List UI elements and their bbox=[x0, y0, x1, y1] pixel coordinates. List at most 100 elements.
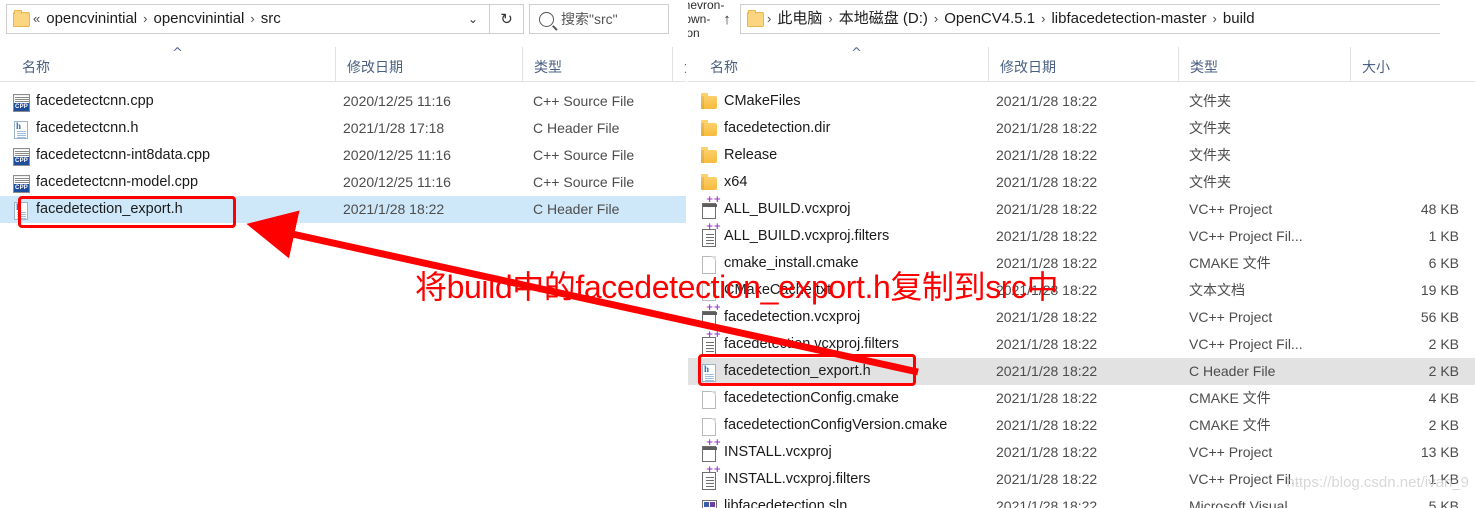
file-size: 2 KB bbox=[1428, 336, 1459, 352]
file-name: cmake_install.cmake bbox=[724, 255, 859, 271]
file-name: INSTALL.vcxproj.filters bbox=[724, 471, 871, 487]
file-row[interactable]: CPP facedetectcnn-int8data.cpp 2020/12/25 … bbox=[0, 142, 686, 169]
file-row[interactable]: h facedetection_export.h 2021/1/28 18:22 C … bbox=[688, 358, 1475, 385]
file-type: VC++ Project Fil... bbox=[1189, 336, 1303, 352]
file-row[interactable]: ++ facedetection.vcxproj 2021/1/28 18:22 VC… bbox=[688, 304, 1475, 331]
breadcrumb-item-1[interactable]: opencvinintial bbox=[148, 5, 249, 33]
file-row[interactable]: CMakeFiles 2021/1/28 18:22 文件夹 bbox=[688, 88, 1475, 115]
file-name: facedetection.dir bbox=[724, 120, 831, 136]
file-name: ALL_BUILD.vcxproj bbox=[724, 201, 851, 217]
breadcrumb-item-2[interactable]: src bbox=[256, 5, 286, 33]
breadcrumb-item-2[interactable]: OpenCV4.5.1 bbox=[939, 5, 1040, 33]
column-header-name[interactable]: 名称 bbox=[0, 47, 335, 81]
breadcrumb-item-0[interactable]: 此电脑 bbox=[772, 5, 827, 33]
file-row[interactable]: facedetectionConfig.cmake 2021/1/28 18:22… bbox=[688, 385, 1475, 412]
file-date: 2020/12/25 11:16 bbox=[343, 147, 451, 163]
column-header-size[interactable]: 大 bbox=[672, 47, 686, 81]
file-size: 56 KB bbox=[1420, 309, 1459, 325]
file-name: facedetection.vcxproj bbox=[724, 309, 861, 325]
file-date: 2021/1/28 18:22 bbox=[996, 147, 1098, 163]
file-date: 2021/1/28 18:22 bbox=[343, 201, 445, 217]
file-date: 2021/1/28 18:22 bbox=[996, 120, 1098, 136]
column-header-name[interactable]: 名称 bbox=[688, 47, 988, 81]
file-row[interactable]: h facedetectcnn.h 2021/1/28 17:18 C Header … bbox=[0, 115, 686, 142]
file-row[interactable]: ++ facedetection.vcxproj.filters 2021/1/28… bbox=[688, 331, 1475, 358]
file-row[interactable]: cmake_install.cmake 2021/1/28 18:22 CMAKE … bbox=[688, 250, 1475, 277]
sort-ascending-caret-icon: ^ bbox=[851, 46, 862, 61]
chevron-down-icon[interactable]: chevron-down-icon bbox=[688, 0, 724, 40]
file-type: CMAKE 文件 bbox=[1189, 417, 1271, 433]
file-name: INSTALL.vcxproj bbox=[724, 444, 832, 460]
file-type: 文件夹 bbox=[1189, 174, 1231, 190]
left-search-box[interactable]: 搜索"src" bbox=[529, 4, 669, 34]
file-row[interactable]: ++ ALL_BUILD.vcxproj 2021/1/28 18:22 VC++ P… bbox=[688, 196, 1475, 223]
file-date: 2021/1/28 17:18 bbox=[343, 120, 445, 136]
file-type: CMAKE 文件 bbox=[1189, 255, 1271, 271]
file-name: facedetectcnn-int8data.cpp bbox=[36, 147, 211, 163]
file-row[interactable]: x64 2021/1/28 18:22 文件夹 bbox=[688, 169, 1475, 196]
file-date: 2021/1/28 18:22 bbox=[996, 444, 1098, 460]
up-one-level-button[interactable]: ↑ bbox=[714, 4, 740, 34]
file-date: 2021/1/28 18:22 bbox=[996, 309, 1098, 325]
file-type: VC++ Project Fil... bbox=[1189, 471, 1303, 487]
file-date: 2021/1/28 18:22 bbox=[996, 471, 1098, 487]
file-row[interactable]: ++ INSTALL.vcxproj 2021/1/28 18:22 VC++ Pro… bbox=[688, 439, 1475, 466]
file-type: C++ Source File bbox=[533, 174, 635, 190]
left-explorer-window: « opencvinintial › opencvinintial › src … bbox=[0, 0, 686, 508]
file-size: 4 KB bbox=[1428, 390, 1459, 406]
right-address-bar: chevron-down-icon ↑ › 此电脑 › 本地磁盘 (D:) › … bbox=[688, 0, 1475, 40]
file-name: libfacedetection.sln bbox=[724, 498, 848, 508]
file-type: C Header File bbox=[533, 120, 620, 136]
file-name: CMakeFiles bbox=[724, 93, 801, 109]
file-type: C Header File bbox=[1189, 363, 1276, 379]
right-column-headers: 名称 修改日期 类型 大小 ^ bbox=[688, 47, 1475, 82]
file-name: facedetectionConfigVersion.cmake bbox=[724, 417, 948, 433]
file-date: 2021/1/28 18:22 bbox=[996, 255, 1098, 271]
column-header-date[interactable]: 修改日期 bbox=[988, 47, 1178, 81]
chevron-down-icon[interactable]: ⌄ bbox=[459, 5, 487, 33]
file-row[interactable]: Release 2021/1/28 18:22 文件夹 bbox=[688, 142, 1475, 169]
file-type: C Header File bbox=[533, 201, 620, 217]
file-type: 文件夹 bbox=[1189, 120, 1231, 136]
refresh-button[interactable]: ↻ bbox=[490, 4, 524, 34]
right-address-box[interactable]: › 此电脑 › 本地磁盘 (D:) › OpenCV4.5.1 › libfac… bbox=[740, 4, 1440, 34]
file-row[interactable]: ++ INSTALL.vcxproj.filters 2021/1/28 18:22… bbox=[688, 466, 1475, 493]
file-name: Release bbox=[724, 147, 778, 163]
file-type: C++ Source File bbox=[533, 93, 635, 109]
file-name: facedetection_export.h bbox=[724, 363, 871, 379]
file-name: facedetectcnn-model.cpp bbox=[36, 174, 199, 190]
file-size: 13 KB bbox=[1420, 444, 1459, 460]
file-row[interactable]: h facedetection_export.h 2021/1/28 18:22 C … bbox=[0, 196, 686, 223]
file-type: 文件夹 bbox=[1189, 93, 1231, 109]
file-row[interactable]: CPP facedetectcnn-model.cpp 2020/12/25 11:… bbox=[0, 169, 686, 196]
file-row[interactable]: facedetectionConfigVersion.cmake 2021/1/2… bbox=[688, 412, 1475, 439]
file-type: VC++ Project bbox=[1189, 444, 1273, 460]
file-size bbox=[1350, 88, 1459, 115]
column-header-size[interactable]: 大小 bbox=[1350, 47, 1475, 81]
file-type: 文件夹 bbox=[1189, 147, 1231, 163]
column-header-type[interactable]: 类型 bbox=[1178, 47, 1350, 81]
file-row[interactable]: ++ ALL_BUILD.vcxproj.filters 2021/1/28 18:… bbox=[688, 223, 1475, 250]
file-name: CMakeCache.txt bbox=[724, 282, 832, 298]
file-row[interactable]: CMakeCache.txt 2021/1/28 18:22 文本文档 19 KB bbox=[688, 277, 1475, 304]
file-row[interactable]: CPP facedetectcnn.cpp 2020/12/25 11:16 C++ … bbox=[0, 88, 686, 115]
left-address-box[interactable]: « opencvinintial › opencvinintial › src … bbox=[6, 4, 490, 34]
breadcrumb-item-4[interactable]: build bbox=[1218, 5, 1260, 33]
breadcrumb-item-3[interactable]: libfacedetection-master bbox=[1046, 5, 1211, 33]
breadcrumb-item-1[interactable]: 本地磁盘 (D:) bbox=[834, 5, 933, 33]
sort-ascending-caret-icon: ^ bbox=[172, 46, 183, 61]
file-date: 2021/1/28 18:22 bbox=[996, 174, 1098, 190]
file-row[interactable]: facedetection.dir 2021/1/28 18:22 文件夹 bbox=[688, 115, 1475, 142]
file-date: 2020/12/25 11:16 bbox=[343, 93, 451, 109]
file-type: 文本文档 bbox=[1189, 282, 1245, 298]
breadcrumb-item-0[interactable]: opencvinintial bbox=[41, 5, 142, 33]
column-header-date[interactable]: 修改日期 bbox=[335, 47, 522, 81]
column-header-type[interactable]: 类型 bbox=[522, 47, 672, 81]
file-size bbox=[672, 142, 682, 169]
file-size: 2 KB bbox=[1428, 417, 1459, 433]
back-chevrons[interactable]: « bbox=[32, 5, 41, 33]
file-type: CMAKE 文件 bbox=[1189, 390, 1271, 406]
file-date: 2021/1/28 18:22 bbox=[996, 201, 1098, 217]
file-date: 2021/1/28 18:22 bbox=[996, 336, 1098, 352]
file-row[interactable]: libfacedetection.sln 2021/1/28 18:22 Micro… bbox=[688, 493, 1475, 508]
